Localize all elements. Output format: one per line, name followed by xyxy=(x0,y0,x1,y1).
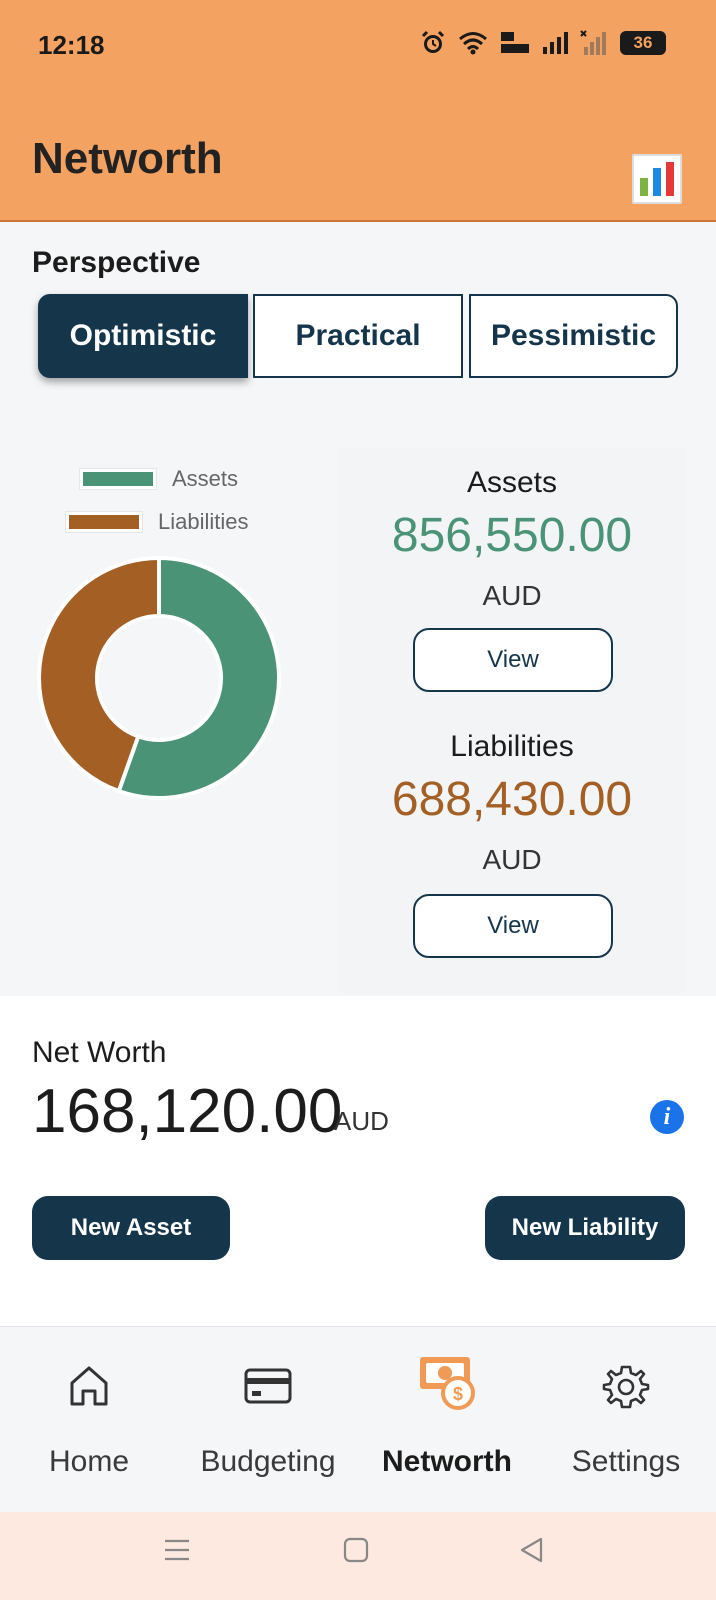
new-liability-button[interactable]: New Liability xyxy=(485,1196,685,1260)
view-liabilities-button[interactable]: View xyxy=(413,894,613,958)
assets-label: Assets xyxy=(466,466,558,499)
page-title: Networth xyxy=(32,134,223,183)
legend-swatch-liabilities xyxy=(66,512,142,532)
nav-settings-label: Settings xyxy=(571,1445,681,1478)
liabilities-label: Liabilities xyxy=(450,730,574,763)
networth-donut-chart xyxy=(37,556,281,800)
money-icon: $ xyxy=(420,1357,475,1410)
volte-icon xyxy=(501,32,529,53)
summary-panel: Assets 856,550.00 AUD View Liabilities 6… xyxy=(338,448,686,994)
bar-chart-icon[interactable] xyxy=(632,154,682,204)
nav-home[interactable]: Home xyxy=(0,1327,178,1513)
nav-settings[interactable]: Settings xyxy=(536,1327,716,1513)
nav-budgeting[interactable]: Budgeting xyxy=(178,1327,358,1513)
gear-icon xyxy=(602,1365,650,1409)
net-worth-label: Net Worth xyxy=(32,1036,167,1069)
credit-card-icon xyxy=(244,1368,292,1404)
view-assets-button[interactable]: View xyxy=(413,628,613,692)
nav-networth[interactable]: $ Networth xyxy=(358,1327,536,1513)
perspective-optimistic-button[interactable]: Optimistic xyxy=(38,294,248,378)
system-navigation-bar xyxy=(0,1512,716,1600)
signal-icon xyxy=(543,32,568,54)
nav-home-label: Home xyxy=(48,1445,130,1478)
perspective-practical-button[interactable]: Practical xyxy=(253,294,463,378)
nav-networth-label: Networth xyxy=(382,1445,512,1478)
home-icon xyxy=(70,1366,108,1406)
legend-liabilities: Liabilities xyxy=(66,509,249,535)
back-icon[interactable] xyxy=(518,1536,546,1564)
wifi-icon xyxy=(459,32,487,55)
info-icon[interactable]: i xyxy=(650,1100,684,1134)
battery-icon: 36 xyxy=(620,31,666,55)
home-square-icon[interactable] xyxy=(342,1536,370,1564)
new-asset-button[interactable]: New Asset xyxy=(32,1196,230,1260)
app-bar: 12:18 36 Networth xyxy=(0,0,716,222)
nav-budgeting-label: Budgeting xyxy=(200,1445,336,1478)
alarm-icon xyxy=(421,30,445,53)
legend-swatch-assets xyxy=(80,469,156,489)
svg-text:$: $ xyxy=(453,1384,463,1404)
menu-icon[interactable] xyxy=(163,1536,191,1564)
net-worth-value: 168,120.00 xyxy=(32,1077,343,1146)
perspective-label: Perspective xyxy=(32,246,201,279)
legend-assets: Assets xyxy=(80,466,238,492)
signal-no-service-icon xyxy=(580,30,606,55)
status-icons: 36 xyxy=(420,30,666,56)
liabilities-unit: AUD xyxy=(482,844,542,875)
assets-value: 856,550.00 xyxy=(391,509,633,562)
status-time: 12:18 xyxy=(38,30,105,60)
perspective-pessimistic-button[interactable]: Pessimistic xyxy=(469,294,678,378)
bottom-navigation: Home Budgeting $ Networth Settings xyxy=(0,1326,716,1512)
assets-unit: AUD xyxy=(482,580,542,611)
net-worth-card: Net Worth 168,120.00 AUD i New Asset New… xyxy=(0,996,716,1326)
liabilities-value: 688,430.00 xyxy=(391,773,633,826)
legend-label-liabilities: Liabilities xyxy=(158,509,249,534)
legend-label-assets: Assets xyxy=(172,466,239,491)
net-worth-unit: AUD xyxy=(334,1106,389,1136)
